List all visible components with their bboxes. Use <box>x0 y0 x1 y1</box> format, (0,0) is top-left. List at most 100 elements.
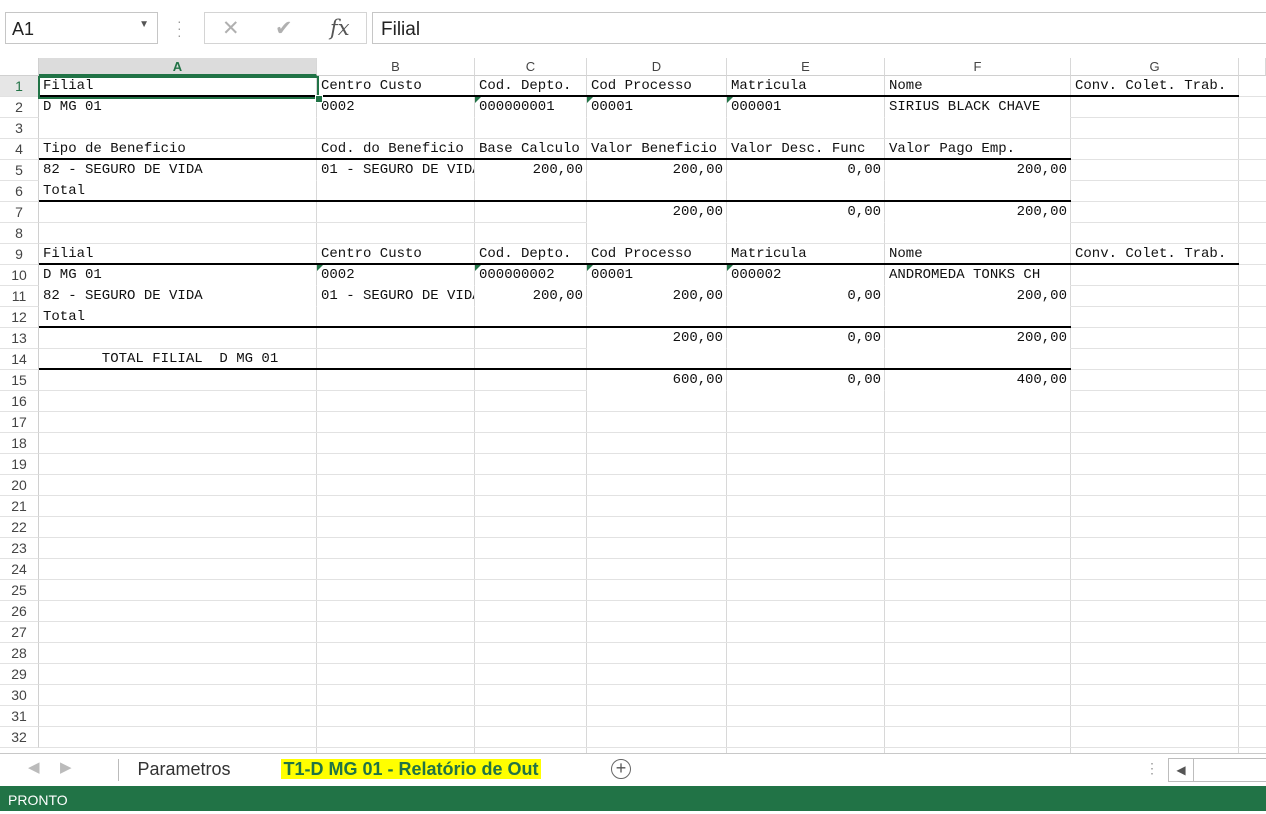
row-header-7[interactable]: 7 <box>0 202 39 223</box>
row-header-5[interactable]: 5 <box>0 160 39 181</box>
row-header-4[interactable]: 4 <box>0 139 39 160</box>
cell-d4[interactable]: Valor Beneficio <box>587 139 726 160</box>
row-header-31[interactable]: 31 <box>0 706 39 727</box>
cell-c9[interactable]: Cod. Depto. <box>475 244 586 265</box>
cell-d1[interactable]: Cod Processo <box>587 76 726 97</box>
cell-b1[interactable]: Centro Custo <box>317 76 474 97</box>
cell-f4[interactable]: Valor Pago Emp. <box>885 139 1070 160</box>
cell-f5[interactable]: 200,00 <box>885 160 1070 181</box>
cell-f11[interactable]: 200,00 <box>885 286 1070 307</box>
cell-e10[interactable]: 000002 <box>727 265 884 286</box>
cell-e1[interactable]: Matricula <box>727 76 884 97</box>
error-indicator-icon[interactable] <box>475 265 481 271</box>
cell-a9[interactable]: Filial <box>39 244 316 265</box>
cell-a2[interactable]: D MG 01 <box>39 97 316 118</box>
cell-b2[interactable]: 0002 <box>317 97 474 118</box>
row-header-13[interactable]: 13 <box>0 328 39 349</box>
cell-f7[interactable]: 200,00 <box>885 202 1070 223</box>
cell-f15[interactable]: 400,00 <box>885 370 1070 391</box>
row-header-18[interactable]: 18 <box>0 433 39 454</box>
row-header-9[interactable]: 9 <box>0 244 39 265</box>
cell-d13[interactable]: 200,00 <box>587 328 726 349</box>
row-header-30[interactable]: 30 <box>0 685 39 706</box>
cell-b10[interactable]: 0002 <box>317 265 474 286</box>
row-header-32[interactable]: 32 <box>0 727 39 748</box>
cell-a6[interactable]: Total <box>39 181 316 202</box>
row-header-15[interactable]: 15 <box>0 370 39 391</box>
cell-b4[interactable]: Cod. do Beneficio <box>317 139 474 160</box>
row-header-1[interactable]: 1 <box>0 76 39 97</box>
cell-a5[interactable]: 82 - SEGURO DE VIDA <box>39 160 316 181</box>
row-header-25[interactable]: 25 <box>0 580 39 601</box>
fx-icon[interactable]: fx <box>330 16 350 40</box>
cell-b9[interactable]: Centro Custo <box>317 244 474 265</box>
chevron-down-icon[interactable]: ▼ <box>139 19 149 30</box>
row-header-29[interactable]: 29 <box>0 664 39 685</box>
cell-d9[interactable]: Cod Processo <box>587 244 726 265</box>
row-header-12[interactable]: 12 <box>0 307 39 328</box>
error-indicator-icon[interactable] <box>727 265 733 271</box>
cell-d10[interactable]: 00001 <box>587 265 726 286</box>
column-header-h[interactable] <box>1239 58 1266 76</box>
tab-scroll-left-icon[interactable]: ◀ <box>28 758 40 776</box>
cell-f1[interactable]: Nome <box>885 76 1070 97</box>
column-header-a[interactable]: A <box>39 58 317 76</box>
cell-e7[interactable]: 0,00 <box>727 202 884 223</box>
row-header-16[interactable]: 16 <box>0 391 39 412</box>
row-header-21[interactable]: 21 <box>0 496 39 517</box>
cell-a12[interactable]: Total <box>39 307 316 328</box>
select-all-corner[interactable] <box>0 58 39 76</box>
cell-d7[interactable]: 200,00 <box>587 202 726 223</box>
cell-f13[interactable]: 200,00 <box>885 328 1070 349</box>
cell-d11[interactable]: 200,00 <box>587 286 726 307</box>
cell-e11[interactable]: 0,00 <box>727 286 884 307</box>
error-indicator-icon[interactable] <box>475 97 481 103</box>
row-header-23[interactable]: 23 <box>0 538 39 559</box>
cell-b11[interactable]: 01 - SEGURO DE VIDA <box>317 286 474 307</box>
cell-g9[interactable]: Conv. Colet. Trab. <box>1071 244 1238 265</box>
row-header-20[interactable]: 20 <box>0 475 39 496</box>
column-header-f[interactable]: F <box>885 58 1071 76</box>
cell-a11[interactable]: 82 - SEGURO DE VIDA <box>39 286 316 307</box>
enter-icon[interactable]: ✔ <box>275 16 293 41</box>
cell-b5[interactable]: 01 - SEGURO DE VIDA <box>317 160 474 181</box>
cell-g1[interactable]: Conv. Colet. Trab. <box>1071 76 1238 97</box>
tab-relatorio[interactable]: T1-D MG 01 - Relatório de Out <box>251 754 571 789</box>
tab-parametros[interactable]: Parametros <box>122 754 246 786</box>
row-header-2[interactable]: 2 <box>0 97 39 118</box>
cell-c10[interactable]: 000000002 <box>475 265 586 286</box>
column-header-e[interactable]: E <box>727 58 885 76</box>
error-indicator-icon[interactable] <box>587 265 593 271</box>
row-header-24[interactable]: 24 <box>0 559 39 580</box>
error-indicator-icon[interactable] <box>727 97 733 103</box>
row-header-8[interactable]: 8 <box>0 223 39 244</box>
fill-handle[interactable] <box>315 95 323 103</box>
spreadsheet-grid[interactable]: A B C D E F G 1 2 3 4 5 6 7 8 9 10 11 12 13 14 15 16 17 18 19 20 21… <box>0 58 1266 753</box>
scroll-left-icon[interactable]: ◀ <box>1169 759 1194 781</box>
plus-circle-icon[interactable]: + <box>611 759 631 779</box>
row-header-6[interactable]: 6 <box>0 181 39 202</box>
formula-input[interactable]: Filial <box>372 12 1266 44</box>
cell-f2[interactable]: SIRIUS BLACK CHAVE <box>885 97 1070 118</box>
tab-scroll-right-icon[interactable]: ▶ <box>60 758 72 776</box>
cell-a14[interactable]: TOTAL FILIAL D MG 01 <box>39 349 316 370</box>
column-header-c[interactable]: C <box>475 58 587 76</box>
more-options-icon[interactable]: · · · <box>177 14 182 42</box>
cell-e2[interactable]: 000001 <box>727 97 884 118</box>
cell-d2[interactable]: 00001 <box>587 97 726 118</box>
cell-a10[interactable]: D MG 01 <box>39 265 316 286</box>
cell-c2[interactable]: 000000001 <box>475 97 586 118</box>
cell-d5[interactable]: 200,00 <box>587 160 726 181</box>
column-header-b[interactable]: B <box>317 58 475 76</box>
column-header-d[interactable]: D <box>587 58 727 76</box>
cell-e4[interactable]: Valor Desc. Func <box>727 139 884 160</box>
row-header-17[interactable]: 17 <box>0 412 39 433</box>
row-header-22[interactable]: 22 <box>0 517 39 538</box>
error-indicator-icon[interactable] <box>317 265 323 271</box>
cancel-icon[interactable]: ✕ <box>222 16 240 41</box>
horizontal-scrollbar[interactable]: ◀ <box>1168 758 1266 782</box>
name-box[interactable]: A1 ▼ <box>5 12 158 44</box>
cell-c5[interactable]: 200,00 <box>475 160 586 181</box>
row-header-10[interactable]: 10 <box>0 265 39 286</box>
cell-a4[interactable]: Tipo de Beneficio <box>39 139 316 160</box>
